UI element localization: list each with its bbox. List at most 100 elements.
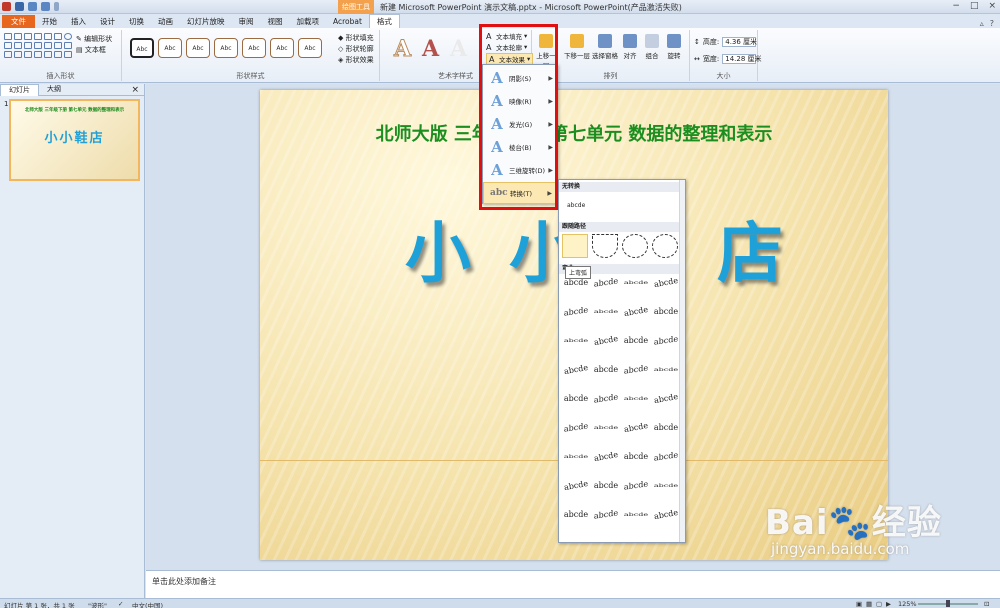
shape-style-5[interactable]: Abc xyxy=(242,38,266,58)
warp-option[interactable]: abcde xyxy=(651,450,681,463)
follow-path-arch-up[interactable] xyxy=(562,234,588,258)
shape-style-6[interactable]: Abc xyxy=(270,38,294,58)
follow-path-button[interactable] xyxy=(652,234,678,258)
warp-option[interactable]: abcde xyxy=(561,510,591,519)
menu-item-glow[interactable]: A 发光(G) ▶ xyxy=(483,113,557,135)
wordart-style-3[interactable]: A xyxy=(450,36,467,62)
warp-option[interactable]: abcde xyxy=(560,362,591,376)
warp-option[interactable]: abcde xyxy=(621,512,651,517)
fit-slide-icon[interactable]: ⊡ xyxy=(984,600,989,608)
edit-shape-button[interactable]: ✎ 编辑形状 xyxy=(76,34,112,44)
shape-arrow-down-icon[interactable] xyxy=(44,42,52,49)
menu-item-reflection[interactable]: A 映像(R) ▶ xyxy=(483,90,557,112)
shape-elbow-icon[interactable] xyxy=(44,33,52,40)
tab-acrobat[interactable]: Acrobat xyxy=(326,15,369,28)
warp-option[interactable]: abcde xyxy=(591,365,621,374)
tab-addins[interactable]: 加载项 xyxy=(290,15,327,28)
menu-item-shadow[interactable]: A 阴影(S) ▶ xyxy=(483,67,557,89)
warp-option[interactable]: abcde xyxy=(650,275,681,289)
shape-curve-icon[interactable] xyxy=(64,42,72,49)
shape-arrow-icon[interactable] xyxy=(34,33,42,40)
align-button[interactable]: 对齐 xyxy=(620,34,640,60)
shape-freeform-icon[interactable] xyxy=(24,51,32,58)
maximize-icon[interactable]: □ xyxy=(970,1,979,11)
minimize-icon[interactable]: − xyxy=(952,1,960,11)
view-slideshow-icon[interactable]: ▶ xyxy=(886,600,891,608)
shape-line-icon[interactable] xyxy=(24,33,32,40)
shape-gallery[interactable] xyxy=(4,33,72,58)
shape-triangle-icon[interactable] xyxy=(14,42,22,49)
warp-option[interactable]: abcde xyxy=(561,454,591,459)
notes-pane[interactable]: 单击此处添加备注 xyxy=(146,570,1000,598)
slide-title[interactable]: 北师大版 三年级下册 第七单元 数据的整理和表示 xyxy=(260,120,888,146)
warp-option[interactable]: abcde xyxy=(650,391,681,405)
tab-design[interactable]: 设计 xyxy=(93,15,122,28)
shape-text-icon[interactable] xyxy=(14,33,22,40)
warp-option[interactable]: abcde xyxy=(621,363,651,376)
warp-option[interactable]: abcde xyxy=(621,452,651,461)
warp-option[interactable]: abcde xyxy=(650,507,681,521)
minimize-ribbon-icon[interactable]: ▵ xyxy=(980,19,984,28)
tab-transitions[interactable]: 切换 xyxy=(122,15,151,28)
tab-insert[interactable]: 插入 xyxy=(64,15,93,28)
warp-option[interactable]: abcde xyxy=(590,333,621,347)
tab-view[interactable]: 视图 xyxy=(261,15,290,28)
shape-effects-button[interactable]: ◈ 形状效果 xyxy=(338,55,374,65)
width-input[interactable]: 14.28 厘米 xyxy=(722,54,762,64)
shape-style-7[interactable]: Abc xyxy=(298,38,322,58)
tab-home[interactable]: 开始 xyxy=(35,15,64,28)
shape-rtriangle-icon[interactable] xyxy=(24,42,32,49)
spellcheck-icon[interactable]: ✓ xyxy=(118,600,123,608)
warp-option[interactable]: abcde xyxy=(591,481,621,490)
text-box-button[interactable]: ▤ 文本框 xyxy=(76,45,106,55)
view-normal-icon[interactable]: ▣ xyxy=(856,600,862,608)
view-reading-icon[interactable]: ▢ xyxy=(876,600,882,608)
shape-more-icon[interactable] xyxy=(64,51,72,58)
slide-thumbnail[interactable]: 北师大版 三年级下册 第七单元 数据的整理和表示 小小鞋店 xyxy=(9,99,140,181)
shape-rect2-icon[interactable] xyxy=(54,33,62,40)
warp-option[interactable]: abcde xyxy=(561,338,591,343)
warp-option[interactable]: abcde xyxy=(561,278,591,287)
shape-star-icon[interactable] xyxy=(14,51,22,58)
warp-option[interactable]: abcde xyxy=(561,421,591,434)
group-button[interactable]: 组合 xyxy=(642,34,662,60)
shape-oval-icon[interactable] xyxy=(64,33,72,40)
warp-option[interactable]: abcde xyxy=(561,394,591,403)
shape-brace-icon[interactable] xyxy=(54,42,62,49)
warp-option[interactable]: abcde xyxy=(560,478,591,492)
warp-option[interactable]: abcde xyxy=(591,392,621,405)
zoom-slider-thumb[interactable] xyxy=(946,600,950,607)
tab-slides[interactable]: 幻灯片 xyxy=(0,83,39,96)
shape-style-4[interactable]: Abc xyxy=(214,38,238,58)
shape-outline-button[interactable]: ◇ 形状轮廓 xyxy=(338,44,374,54)
warp-option[interactable]: abcde xyxy=(651,307,681,316)
submenu-scrollbar[interactable] xyxy=(679,180,685,542)
panel-close-icon[interactable]: × xyxy=(131,85,139,95)
warp-option[interactable]: abcde xyxy=(621,336,651,345)
tab-file[interactable]: 文件 xyxy=(2,15,35,28)
tab-animations[interactable]: 动画 xyxy=(151,15,180,28)
warp-option[interactable]: abcde xyxy=(651,367,681,372)
warp-option[interactable]: abcde xyxy=(591,508,621,521)
help-icon[interactable]: ? xyxy=(990,19,994,28)
shape-bracket-icon[interactable] xyxy=(54,51,62,58)
warp-option[interactable]: abcde xyxy=(590,449,621,463)
customize-qat-icon[interactable] xyxy=(54,2,59,11)
wordart-style-1[interactable]: A xyxy=(393,36,411,63)
warp-option[interactable]: abcde xyxy=(620,420,651,434)
height-input[interactable]: 4.36 厘米 xyxy=(722,37,757,47)
warp-option[interactable]: abcde xyxy=(651,423,681,432)
warp-option[interactable]: abcde xyxy=(591,309,621,314)
text-outline-button[interactable]: A 文本轮廓 ▾ xyxy=(486,42,527,52)
tab-review[interactable]: 审阅 xyxy=(232,15,261,28)
zoom-level[interactable]: 125% xyxy=(898,600,917,608)
warp-option[interactable]: abcde xyxy=(591,276,621,289)
warp-option[interactable]: abcde xyxy=(621,396,651,401)
follow-path-circle[interactable] xyxy=(622,234,648,258)
shape-callout-icon[interactable] xyxy=(4,51,12,58)
close-icon[interactable]: × xyxy=(988,1,996,11)
tab-outline[interactable]: 大纲 xyxy=(39,84,69,95)
view-sorter-icon[interactable]: ▦ xyxy=(866,600,872,608)
follow-path-arch-down[interactable] xyxy=(592,234,618,258)
rotate-button[interactable]: 旋转 xyxy=(664,34,684,60)
